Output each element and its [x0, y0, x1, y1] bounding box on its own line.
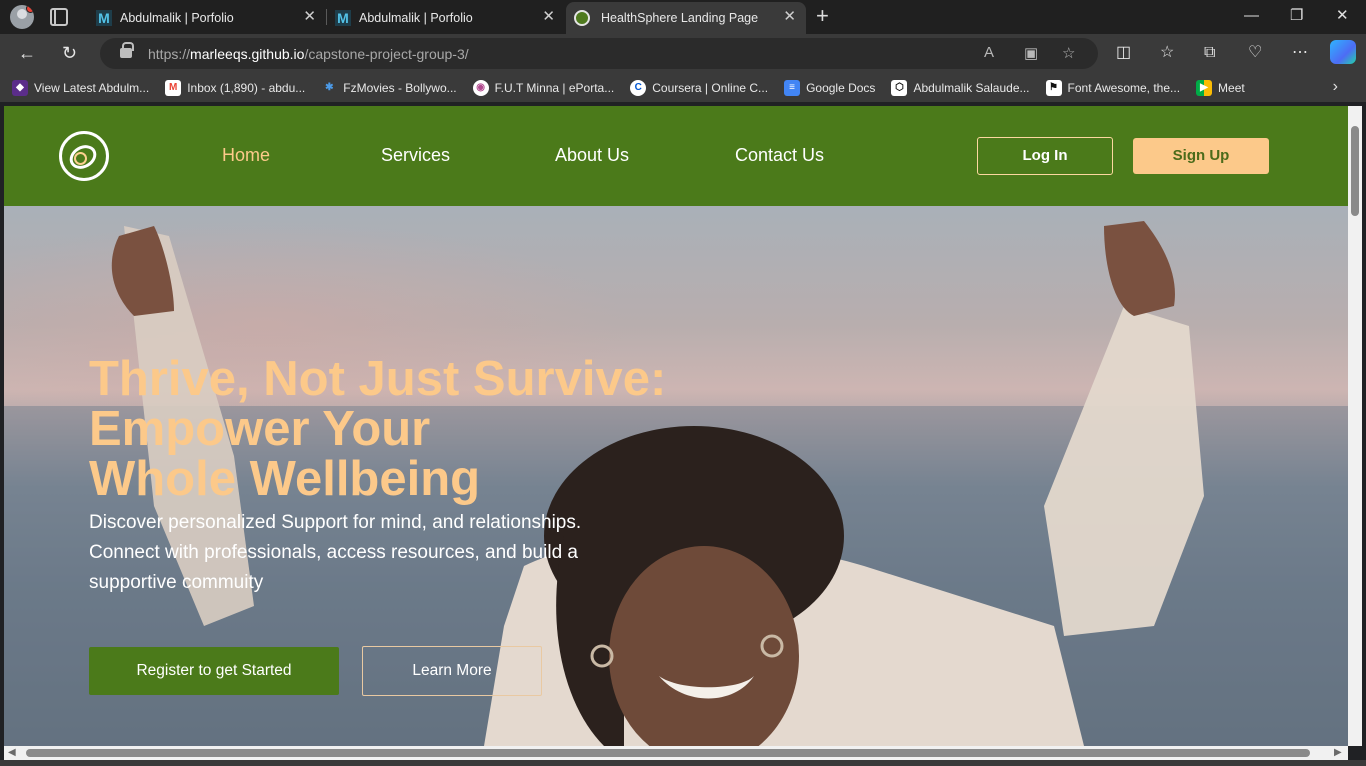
- tab-actions-icon[interactable]: [50, 8, 68, 26]
- site-navbar: Home Services About Us Contact Us Log In…: [4, 106, 1348, 206]
- codepen-icon: ⬡: [891, 80, 908, 96]
- new-tab-icon[interactable]: +: [816, 5, 829, 27]
- favorites-icon[interactable]: ☆: [1160, 42, 1174, 64]
- healthsphere-logo-icon: [574, 10, 590, 26]
- docs-icon: ≡: [784, 80, 801, 96]
- bookmark-item[interactable]: M Inbox (1,890) - abdu...: [165, 80, 305, 96]
- bookmarks-bar: ◆ View Latest Abdulm... M Inbox (1,890) - …: [0, 74, 1366, 102]
- collections-icon[interactable]: ⧉: [1204, 42, 1215, 64]
- tab-bar: M Abdulmalik | Porfolio ✕ M Abdulmalik |…: [0, 0, 1366, 34]
- back-icon[interactable]: ←: [18, 42, 36, 64]
- address-bar[interactable]: https://marleeqs.github.io/capstone-proj…: [100, 38, 1098, 69]
- bookmark-item[interactable]: ◆ View Latest Abdulm...: [12, 80, 149, 96]
- school-icon: ◉: [472, 80, 489, 96]
- headline-line: Thrive, Not Just Survive:: [89, 352, 667, 406]
- browser-essentials-icon[interactable]: ♡: [1248, 42, 1262, 64]
- gmail-icon: M: [165, 80, 182, 96]
- m-logo-icon: M: [335, 10, 351, 26]
- bookmark-item[interactable]: ⬡ Abdulmalik Salaude...: [891, 80, 1030, 96]
- meet-icon: ▶: [1196, 80, 1213, 96]
- close-tab-icon[interactable]: ✕: [542, 9, 555, 24]
- tab-portfolio-2[interactable]: M Abdulmalik | Porfolio ✕: [327, 2, 565, 34]
- tab-title: HealthSphere Landing Page: [601, 11, 759, 25]
- gem-icon: ◆: [12, 80, 28, 96]
- nav-link-services[interactable]: Services: [381, 145, 450, 166]
- read-aloud-icon[interactable]: A: [984, 44, 994, 61]
- coursera-icon: C: [630, 80, 647, 96]
- m-logo-icon: M: [96, 10, 112, 26]
- login-button[interactable]: Log In: [977, 137, 1113, 175]
- horizontal-scrollbar[interactable]: ◀ ▶: [4, 746, 1348, 760]
- window-frame: [0, 760, 1366, 766]
- tab-title: Abdulmalik | Porfolio: [120, 11, 234, 25]
- browser-toolbar: ← ↻ https://marleeqs.github.io/capstone-…: [0, 34, 1366, 74]
- bookmark-item[interactable]: ▶ Meet: [1196, 80, 1245, 96]
- learn-more-button[interactable]: Learn More: [362, 646, 542, 696]
- page-viewport: Home Services About Us Contact Us Log In…: [4, 106, 1348, 746]
- healthsphere-logo-icon[interactable]: [59, 131, 109, 181]
- profile-avatar-icon[interactable]: [10, 5, 34, 29]
- palm-icon: ✱: [325, 82, 334, 93]
- headline-line: Empower Your: [89, 402, 431, 456]
- split-screen-icon[interactable]: ◫: [1116, 42, 1131, 64]
- refresh-icon[interactable]: ↻: [62, 42, 77, 64]
- notification-dot: [26, 5, 34, 13]
- register-button[interactable]: Register to get Started: [89, 647, 339, 695]
- scroll-thumb[interactable]: [1351, 126, 1359, 216]
- bookmark-item[interactable]: ≡ Google Docs: [784, 80, 875, 96]
- scroll-right-icon[interactable]: ▶: [1334, 747, 1342, 758]
- chevron-right-icon[interactable]: ›: [1333, 78, 1338, 96]
- favorite-star-icon[interactable]: ☆: [1062, 44, 1075, 62]
- restore-icon[interactable]: ❐: [1290, 7, 1303, 25]
- signup-button[interactable]: Sign Up: [1133, 138, 1269, 174]
- more-menu-icon[interactable]: ⋯: [1292, 42, 1308, 64]
- hero-subtext: Discover personalized Support for mind, …: [89, 512, 582, 593]
- bookmark-item[interactable]: ⚑ Font Awesome, the...: [1045, 80, 1180, 96]
- headline-line: Whole Wellbeing: [89, 452, 481, 506]
- bookmark-item[interactable]: ◉ F.U.T Minna | ePorta...: [472, 80, 614, 96]
- bookmark-item[interactable]: ✱ FzMovies - Bollywo...: [321, 80, 457, 96]
- copilot-icon[interactable]: [1330, 40, 1356, 64]
- scroll-thumb[interactable]: [26, 749, 1310, 757]
- bookmark-item[interactable]: C Coursera | Online C...: [630, 80, 768, 96]
- close-tab-icon[interactable]: ✕: [303, 9, 316, 24]
- tab-title: Abdulmalik | Porfolio: [359, 11, 473, 25]
- close-tab-icon[interactable]: ✕: [783, 9, 796, 24]
- nav-link-contact-us[interactable]: Contact Us: [735, 145, 824, 166]
- tab-healthsphere[interactable]: HealthSphere Landing Page ✕: [566, 2, 806, 34]
- close-window-icon[interactable]: ✕: [1336, 7, 1349, 25]
- flag-icon: ⚑: [1045, 80, 1062, 96]
- vertical-scrollbar[interactable]: [1348, 106, 1362, 746]
- lock-icon: [120, 42, 134, 58]
- url-text: https://marleeqs.github.io/capstone-proj…: [148, 46, 469, 62]
- hero-headline: Thrive, Not Just Survive: Empower Your W…: [89, 354, 729, 504]
- scroll-left-icon[interactable]: ◀: [8, 747, 16, 758]
- minimize-icon[interactable]: —: [1244, 7, 1259, 25]
- nav-link-about-us[interactable]: About Us: [555, 145, 629, 166]
- immersive-reader-icon[interactable]: ▣: [1024, 44, 1038, 62]
- nav-link-home[interactable]: Home: [222, 145, 270, 166]
- tab-portfolio-1[interactable]: M Abdulmalik | Porfolio ✕: [88, 2, 326, 34]
